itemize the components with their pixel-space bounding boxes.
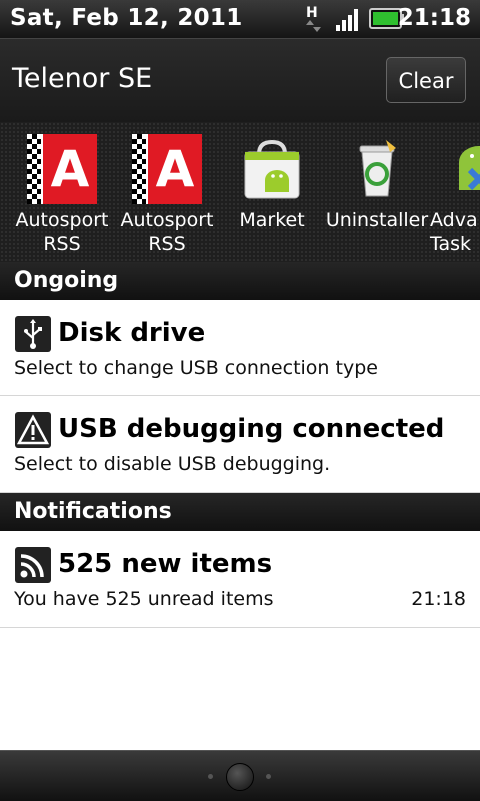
app-label: Market <box>239 209 305 231</box>
notification-header: Telenor SE Clear <box>0 38 480 123</box>
advanced-task-icon <box>444 134 480 204</box>
autosport-icon: A <box>27 134 97 204</box>
app-shortcut-advanced-task[interactable]: Adva Task <box>430 134 480 256</box>
status-date: Sat, Feb 12, 2011 <box>10 5 243 31</box>
notification-title: USB debugging connected <box>58 414 445 444</box>
handle-dot <box>208 774 213 779</box>
network-type: H <box>306 5 318 21</box>
autosport-icon: A <box>132 134 202 204</box>
notification-disk-drive[interactable]: Disk drive Select to change USB connecti… <box>0 300 480 396</box>
data-activity-icon: H <box>302 3 324 39</box>
handle-dot <box>266 774 271 779</box>
notification-subtitle: Select to change USB connection type <box>14 357 378 379</box>
drag-handle-icon[interactable] <box>226 763 254 791</box>
app-shortcut-uninstaller[interactable]: Uninstaller <box>325 134 429 232</box>
notification-drawer-handle[interactable] <box>0 750 480 801</box>
signal-strength-icon <box>334 3 364 37</box>
app-shortcut-autosport-rss[interactable]: A Autosport RSS <box>115 134 219 256</box>
uninstaller-icon <box>342 134 412 204</box>
status-bar[interactable]: Sat, Feb 12, 2011 H 21:18 <box>0 0 480 38</box>
app-label: Uninstaller <box>325 209 429 231</box>
app-shortcut-autosport-rss[interactable]: A Autosport RSS <box>10 134 114 256</box>
notification-subtitle: You have 525 unread items <box>14 588 274 610</box>
app-label: Autosport RSS <box>15 209 109 255</box>
notifications-header: Notifications <box>0 493 480 531</box>
notification-time: 21:18 <box>411 588 466 610</box>
usb-icon <box>15 316 51 352</box>
notification-new-items[interactable]: 525 new items You have 525 unread items … <box>0 531 480 628</box>
app-shortcut-market[interactable]: Market <box>220 134 324 232</box>
notification-usb-debugging[interactable]: USB debugging connected Select to disabl… <box>0 396 480 493</box>
status-time: 21:18 <box>397 5 471 31</box>
app-label: Autosport RSS <box>120 209 214 255</box>
carrier-name: Telenor SE <box>12 63 153 94</box>
clear-button[interactable]: Clear <box>386 57 466 103</box>
ongoing-header: Ongoing <box>0 262 480 300</box>
notification-subtitle: Select to disable USB debugging. <box>14 453 331 475</box>
rss-icon <box>15 547 51 583</box>
notification-title: Disk drive <box>58 318 206 348</box>
warning-icon <box>15 412 51 448</box>
recent-apps-strip[interactable]: A Autosport RSS A Autosport RSS Market U… <box>0 122 480 262</box>
market-icon <box>237 134 307 204</box>
app-label: Adva Task <box>430 209 478 255</box>
notification-title: 525 new items <box>58 549 273 579</box>
